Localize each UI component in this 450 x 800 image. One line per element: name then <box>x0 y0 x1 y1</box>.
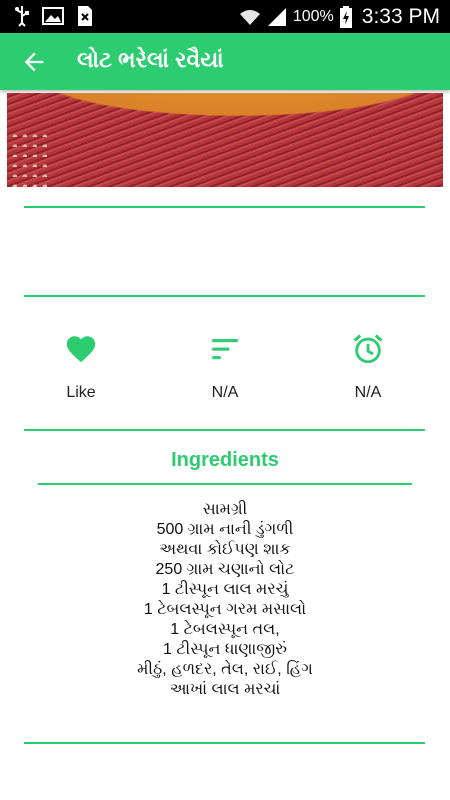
divider <box>24 429 425 431</box>
image-icon <box>42 7 64 25</box>
alarm-clock-icon <box>353 334 383 364</box>
ingredient-line: મીઠું, હળદર, તેલ, રાઈ, હિંગ <box>137 661 313 678</box>
divider <box>24 742 425 744</box>
ingredient-line: 1 ટેબલસ્પૂન ગરમ મસાલો <box>143 601 307 618</box>
servings-label: N/A <box>211 384 239 401</box>
divider <box>24 295 425 297</box>
battery-level: 100% <box>292 7 334 25</box>
ingredient-line: આખાં લાલ મરચાં <box>169 681 281 698</box>
time-label: N/A <box>354 384 382 401</box>
clock: 3:33 PM <box>361 4 440 28</box>
servings-button[interactable]: N/A <box>165 332 285 402</box>
ingredient-line: 1 ટેબલસ્પૂન તલ, <box>170 621 280 638</box>
app-bar: લોટ ભરેલાં રવૈયાં <box>0 33 450 90</box>
recipe-image <box>7 93 443 187</box>
ingredients-list: સામગ્રી 500 ગ્રામ નાની ડુંગળી અથવા કોઈપણ… <box>0 500 450 700</box>
back-arrow-icon[interactable] <box>20 48 48 76</box>
sort-lines-icon <box>212 339 238 360</box>
ingredient-line: સામગ્રી <box>202 501 248 518</box>
ingredient-line: અથવા કોઈપણ શાક <box>159 541 291 558</box>
ingredient-line: 1 ટીસ્પૂન લાલ મરચું <box>161 581 289 598</box>
like-button[interactable]: Like <box>21 332 141 402</box>
ingredient-line: 1 ટીસ્પૂન ધાણાજીરું <box>163 641 287 658</box>
signal-icon <box>267 7 286 26</box>
ingredients-title: Ingredients <box>171 449 279 471</box>
usb-icon <box>15 6 29 27</box>
status-bar: 100% 3:33 PM <box>0 0 450 33</box>
sesame-seeds-decoration <box>7 127 47 187</box>
battery-charging-icon <box>339 5 352 28</box>
page-title: લોટ ભરેલાં રવૈયાં <box>77 47 224 72</box>
ingredient-line: 500 ગ્રામ નાની ડુંગળી <box>156 521 294 538</box>
ingredient-line: 250 ગ્રામ ચણાનો લોટ <box>155 561 295 578</box>
wifi-icon <box>239 9 260 25</box>
time-button[interactable]: N/A <box>308 332 428 402</box>
divider <box>38 483 412 485</box>
no-sim-icon <box>78 6 92 26</box>
divider <box>24 206 425 208</box>
heart-icon <box>66 336 96 363</box>
like-label: Like <box>66 384 96 401</box>
